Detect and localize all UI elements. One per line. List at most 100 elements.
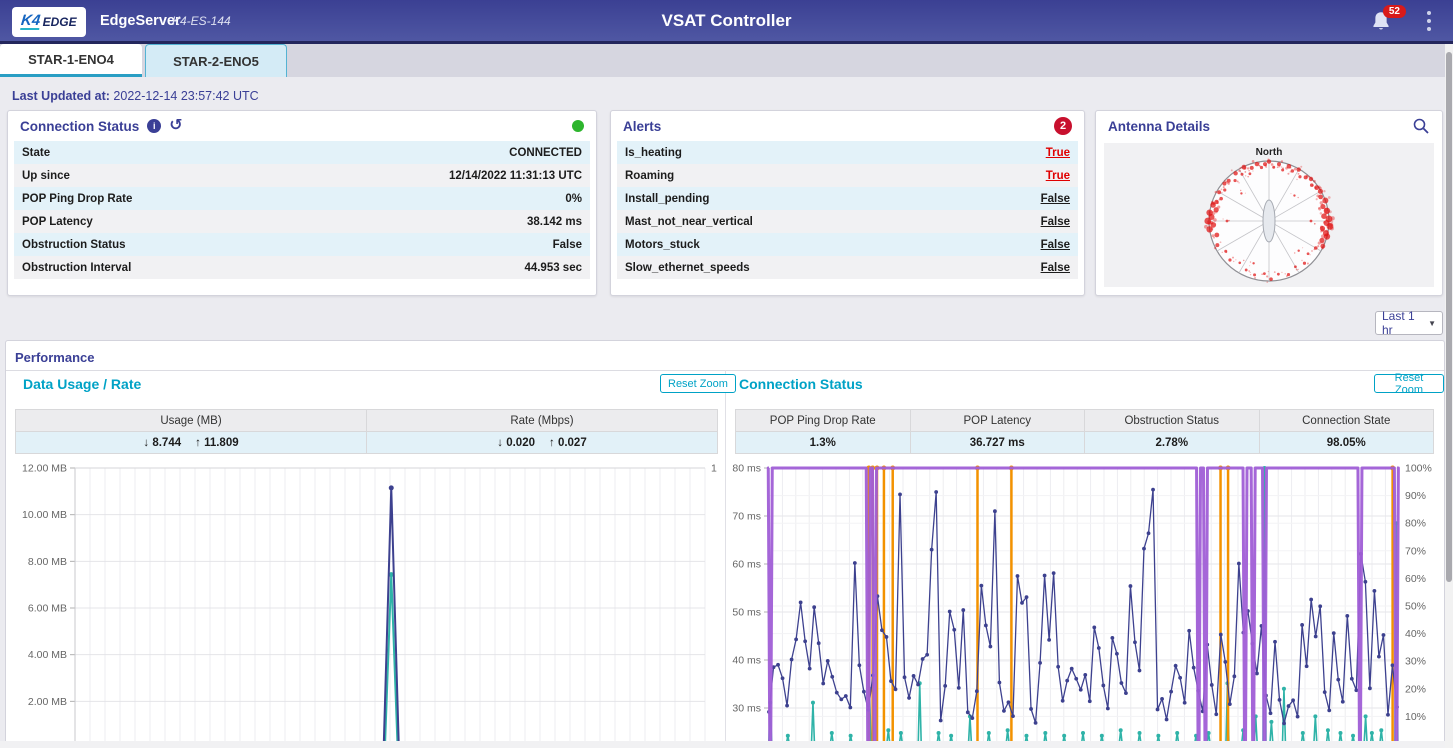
chevron-down-icon: ▼: [1428, 319, 1436, 328]
tab-star-2-eno5[interactable]: STAR-2-ENO5: [145, 44, 287, 77]
scrollbar-thumb[interactable]: [1446, 52, 1452, 582]
row-label: Roaming: [625, 170, 674, 182]
connection-summary-table: POP Ping Drop Rate POP Latency Obstructi…: [735, 409, 1434, 454]
refresh-icon[interactable]: ↺: [169, 119, 182, 133]
alert-value-link[interactable]: True: [1046, 170, 1070, 182]
svg-text:50%: 50%: [1405, 601, 1426, 613]
performance-title: Performance: [15, 350, 94, 365]
row-label: Up since: [22, 170, 70, 182]
rate-values: ↓ 0.020 ↑ 0.027: [367, 432, 717, 453]
usage-col-header: Usage (MB): [16, 410, 367, 431]
svg-text:80%: 80%: [1405, 518, 1426, 530]
row-value: CONNECTED: [509, 147, 582, 159]
connection-status-chart[interactable]: 100%90%80%70%60%50%40%30%20%10%80 ms70 m…: [725, 460, 1453, 748]
notification-count-badge: 52: [1383, 5, 1406, 18]
row-value: False: [553, 239, 582, 251]
connection-status-card: Connection Status i ↺ State CONNECTED Up s…: [7, 110, 597, 296]
svg-text:40 ms: 40 ms: [732, 655, 761, 667]
row-value: 12/14/2022 11:31:13 UTC: [449, 170, 582, 182]
row-label: Slow_ethernet_speeds: [625, 262, 750, 274]
svg-text:North: North: [1256, 147, 1283, 158]
alert-row: Slow_ethernet_speeds False: [617, 256, 1078, 279]
svg-text:12.00 MB: 12.00 MB: [22, 463, 67, 475]
status-row: Up since 12/14/2022 11:31:13 UTC: [14, 164, 590, 187]
alerts-count-badge: 2: [1054, 117, 1072, 135]
page-title: VSAT Controller: [0, 11, 1453, 31]
top-navbar: K4 EDGE EdgeServer K4-ES-144 VSAT Contro…: [0, 0, 1453, 44]
svg-text:70 ms: 70 ms: [732, 511, 761, 523]
status-row: State CONNECTED: [14, 141, 590, 164]
status-row: POP Latency 38.142 ms: [14, 210, 590, 233]
connection-chart-heading: Connection Status: [739, 376, 863, 392]
svg-text:2.00 MB: 2.00 MB: [28, 696, 67, 708]
row-label: State: [22, 147, 50, 159]
row-label: Obstruction Status: [22, 239, 126, 251]
terminal-tabs: STAR-1-ENO4 STAR-2-ENO5: [0, 44, 1453, 77]
pop-ping-drop-header: POP Ping Drop Rate: [736, 410, 911, 431]
alert-row: Roaming True: [617, 164, 1078, 187]
status-row: Obstruction Interval44.953 sec: [14, 256, 590, 279]
svg-text:4.00 MB: 4.00 MB: [28, 649, 67, 661]
svg-text:20%: 20%: [1405, 683, 1426, 695]
reset-zoom-button-usage[interactable]: Reset Zoom: [660, 374, 736, 393]
pop-ping-drop-value: 1.3%: [736, 432, 911, 453]
connection-status-rows: State CONNECTED Up since 12/14/2022 11:31:1…: [14, 141, 590, 279]
antenna-polar-chart: North: [1104, 143, 1434, 287]
row-label: POP Latency: [22, 216, 93, 228]
svg-text:60 ms: 60 ms: [732, 559, 761, 571]
horizontal-scrollbar-track[interactable]: [0, 741, 1445, 748]
svg-text:1: 1: [711, 463, 717, 475]
info-icon[interactable]: i: [147, 119, 161, 133]
antenna-obstruction-map: North: [1104, 143, 1434, 287]
status-row: Obstruction Status False: [14, 233, 590, 256]
usage-values: ↓ 8.744 ↑ 11.809: [16, 432, 367, 453]
row-value: 38.142 ms: [527, 216, 582, 228]
alerts-rows: Is_heatingTrue Roaming True Install_pending…: [617, 141, 1078, 279]
row-label: Install_pending: [625, 193, 709, 205]
svg-text:10.00 MB: 10.00 MB: [22, 509, 67, 521]
vertical-scrollbar[interactable]: [1445, 44, 1453, 748]
antenna-details-card: Antenna Details North: [1095, 110, 1443, 296]
row-label: POP Ping Drop Rate: [22, 193, 132, 205]
pop-latency-value: 36.727 ms: [911, 432, 1086, 453]
alert-row: Mast_not_near_vertical False: [617, 210, 1078, 233]
connection-status-title: Connection Status: [20, 119, 139, 134]
usage-summary-table: Usage (MB) Rate (Mbps) ↓ 8.744 ↑ 11.809 …: [15, 409, 718, 454]
tab-star-1-eno4[interactable]: STAR-1-ENO4: [0, 44, 142, 77]
row-value: 0%: [565, 193, 582, 205]
connected-status-dot: [572, 120, 584, 132]
svg-text:80 ms: 80 ms: [732, 463, 761, 475]
svg-text:100%: 100%: [1405, 463, 1432, 475]
alert-value-link[interactable]: False: [1041, 262, 1070, 274]
alert-row: Is_heatingTrue: [617, 141, 1078, 164]
antenna-details-title: Antenna Details: [1108, 119, 1210, 134]
rate-col-header: Rate (Mbps): [367, 410, 717, 431]
time-range-dropdown[interactable]: Last 1 hr ▼: [1375, 311, 1443, 335]
reset-zoom-button-connection[interactable]: Reset Zoom: [1374, 374, 1444, 393]
alert-value-link[interactable]: False: [1041, 193, 1070, 205]
svg-text:40%: 40%: [1405, 628, 1426, 640]
svg-text:50 ms: 50 ms: [732, 607, 761, 619]
obstruction-status-value: 2.78%: [1085, 432, 1260, 453]
svg-text:30 ms: 30 ms: [732, 703, 761, 715]
svg-text:30%: 30%: [1405, 656, 1426, 668]
connection-state-value: 98.05%: [1260, 432, 1434, 453]
overflow-menu-button[interactable]: [1427, 11, 1431, 31]
row-label: Obstruction Interval: [22, 262, 131, 274]
svg-text:70%: 70%: [1405, 545, 1426, 557]
search-icon[interactable]: [1412, 117, 1430, 135]
svg-text:60%: 60%: [1405, 573, 1426, 585]
last-updated-value: 2022-12-14 23:57:42 UTC: [113, 89, 258, 103]
time-range-value: Last 1 hr: [1382, 309, 1428, 337]
alert-value-link[interactable]: False: [1041, 239, 1070, 251]
svg-text:6.00 MB: 6.00 MB: [28, 603, 67, 615]
svg-text:10%: 10%: [1405, 711, 1426, 723]
status-row: POP Ping Drop Rate 0%: [14, 187, 590, 210]
data-usage-chart[interactable]: 12.00 MB10.00 MB8.00 MB6.00 MB4.00 MB2.0…: [10, 460, 720, 748]
row-label: Mast_not_near_vertical: [625, 216, 753, 228]
alert-value-link[interactable]: False: [1041, 216, 1070, 228]
notifications-button[interactable]: 52: [1368, 9, 1398, 39]
alerts-card: Alerts 2 Is_heatingTrueRoamingTrueInstal…: [610, 110, 1085, 296]
connection-state-header: Connection State: [1260, 410, 1434, 431]
alert-value-link[interactable]: True: [1046, 147, 1070, 159]
